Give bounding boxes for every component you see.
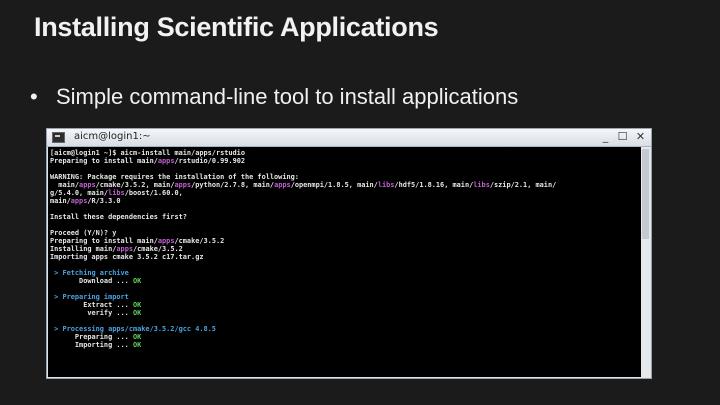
terminal-text: Proceed (Y/N)? y (50, 229, 117, 237)
bullet-text: Simple command-line tool to install appl… (56, 84, 519, 109)
terminal-line: Install these dependencies first? (50, 213, 187, 221)
terminal-text: /openmpi/1.8.5, main/ (290, 181, 378, 189)
terminal-line: Proceed (Y/N)? y (50, 229, 116, 237)
terminal-line: Preparing ... OK (50, 333, 141, 341)
terminal-line: Extract ... OK (50, 301, 141, 309)
bullet-dot: • (30, 84, 38, 109)
terminal-line: Importing apps cmake 3.5.2 c17.tar.gz (50, 253, 204, 261)
terminal-text: OK (132, 277, 142, 285)
terminal-text: > Processing apps/cmake/3.5.2/gcc 4.8.5 (50, 325, 216, 333)
terminal-text: Importing apps cmake 3.5.2 c17.tar.gz (50, 253, 204, 261)
terminal-line: main/apps/cmake/3.5.2, main/apps/python/… (50, 181, 556, 189)
close-button[interactable]: ✕ (633, 130, 648, 144)
terminal-line: Download ... OK (50, 277, 141, 285)
terminal-text: WARNING: Package requires the installati… (50, 173, 299, 181)
maximize-button[interactable]: ☐ (615, 130, 630, 144)
minimize-button[interactable]: _ (598, 130, 613, 144)
terminal-text: /cmake/3.5.2, main/ (95, 181, 175, 189)
terminal-text: /rstudio/0.99.902 (174, 157, 246, 165)
terminal-text: apps (157, 157, 175, 165)
terminal-text: Download ... (50, 277, 133, 285)
terminal-text: /hdf5/1.8.16, main/ (394, 181, 474, 189)
terminal-text: Preparing to install main/ (50, 157, 158, 165)
terminal-text: Importing ... (50, 341, 133, 349)
terminal-line: WARNING: Package requires the installati… (50, 173, 299, 181)
terminal-text: /szip/2.1, main/ (489, 181, 557, 189)
terminal-window[interactable]: aicm@login1:~ _ ☐ ✕ [aicm@login1 ~]$ aic… (46, 128, 652, 379)
terminal-icon (52, 132, 65, 143)
terminal-text: main/ (50, 181, 80, 189)
terminal-line: Installing main/apps/cmake/3.5.2 (50, 245, 183, 253)
terminal-line: g/5.4.0, main/libs/boost/1.60.0, (50, 189, 183, 197)
terminal-text: libs (108, 189, 125, 197)
terminal-text: apps (79, 181, 96, 189)
terminal-text: libs (473, 181, 490, 189)
terminal-text: Extract ... (50, 301, 133, 309)
terminal-text: > Fetching archive (50, 269, 129, 277)
terminal-text: Preparing ... (50, 333, 133, 341)
terminal-text: OK (132, 301, 142, 309)
terminal-text: OK (132, 341, 142, 349)
terminal-text: libs (377, 181, 395, 189)
terminal-text: Installing main/ (50, 245, 117, 253)
terminal-line: > Preparing import (50, 293, 129, 301)
terminal-text: [aicm@login1 ~]$ aicm-install main/apps/… (50, 149, 245, 157)
terminal-text: verify ... (50, 309, 133, 317)
terminal-line: [aicm@login1 ~]$ aicm-install main/apps/… (50, 149, 245, 157)
terminal-line: > Fetching archive (50, 269, 129, 277)
terminal-text: > Preparing import (50, 293, 129, 301)
terminal-text: /cmake/3.5.2 (133, 245, 183, 253)
terminal-line: Preparing to install main/apps/cmake/3.5… (50, 237, 224, 245)
bullet-item: • Simple command-line tool to install app… (30, 84, 518, 110)
scrollbar-thumb[interactable] (642, 149, 649, 239)
terminal-text: /python/2.7.8, main/ (191, 181, 275, 189)
terminal-line: Importing ... OK (50, 341, 141, 349)
terminal-line: main/apps/R/3.3.0 (50, 197, 121, 205)
terminal-text: apps (116, 245, 133, 253)
terminal-text: g/5.4.0, main/ (50, 189, 109, 197)
terminal-text: apps (174, 181, 192, 189)
scrollbar[interactable] (641, 147, 650, 377)
terminal-text: /cmake/3.5.2 (174, 237, 225, 245)
window-titlebar[interactable]: aicm@login1:~ _ ☐ ✕ (47, 129, 651, 147)
terminal-text: apps (274, 181, 291, 189)
terminal-text: Install these dependencies first? (50, 213, 187, 221)
terminal-text: OK (132, 309, 142, 317)
terminal-line: > Processing apps/cmake/3.5.2/gcc 4.8.5 (50, 325, 216, 333)
terminal-text: /boost/1.60.0, (124, 189, 183, 197)
terminal-text: Preparing to install main/ (50, 237, 158, 245)
slide-title: Installing Scientific Applications (34, 12, 439, 42)
terminal-text: apps (157, 237, 175, 245)
terminal-line: verify ... OK (50, 309, 141, 317)
terminal-output[interactable]: [aicm@login1 ~]$ aicm-install main/apps/… (48, 147, 641, 377)
terminal-line: Preparing to install main/apps/rstudio/0… (50, 157, 245, 165)
terminal-text: main/ (50, 197, 71, 205)
terminal-text: apps (70, 197, 88, 205)
window-title: aicm@login1:~ (74, 131, 151, 142)
terminal-text: /R/3.3.0 (87, 197, 121, 205)
terminal-text: OK (132, 333, 142, 341)
